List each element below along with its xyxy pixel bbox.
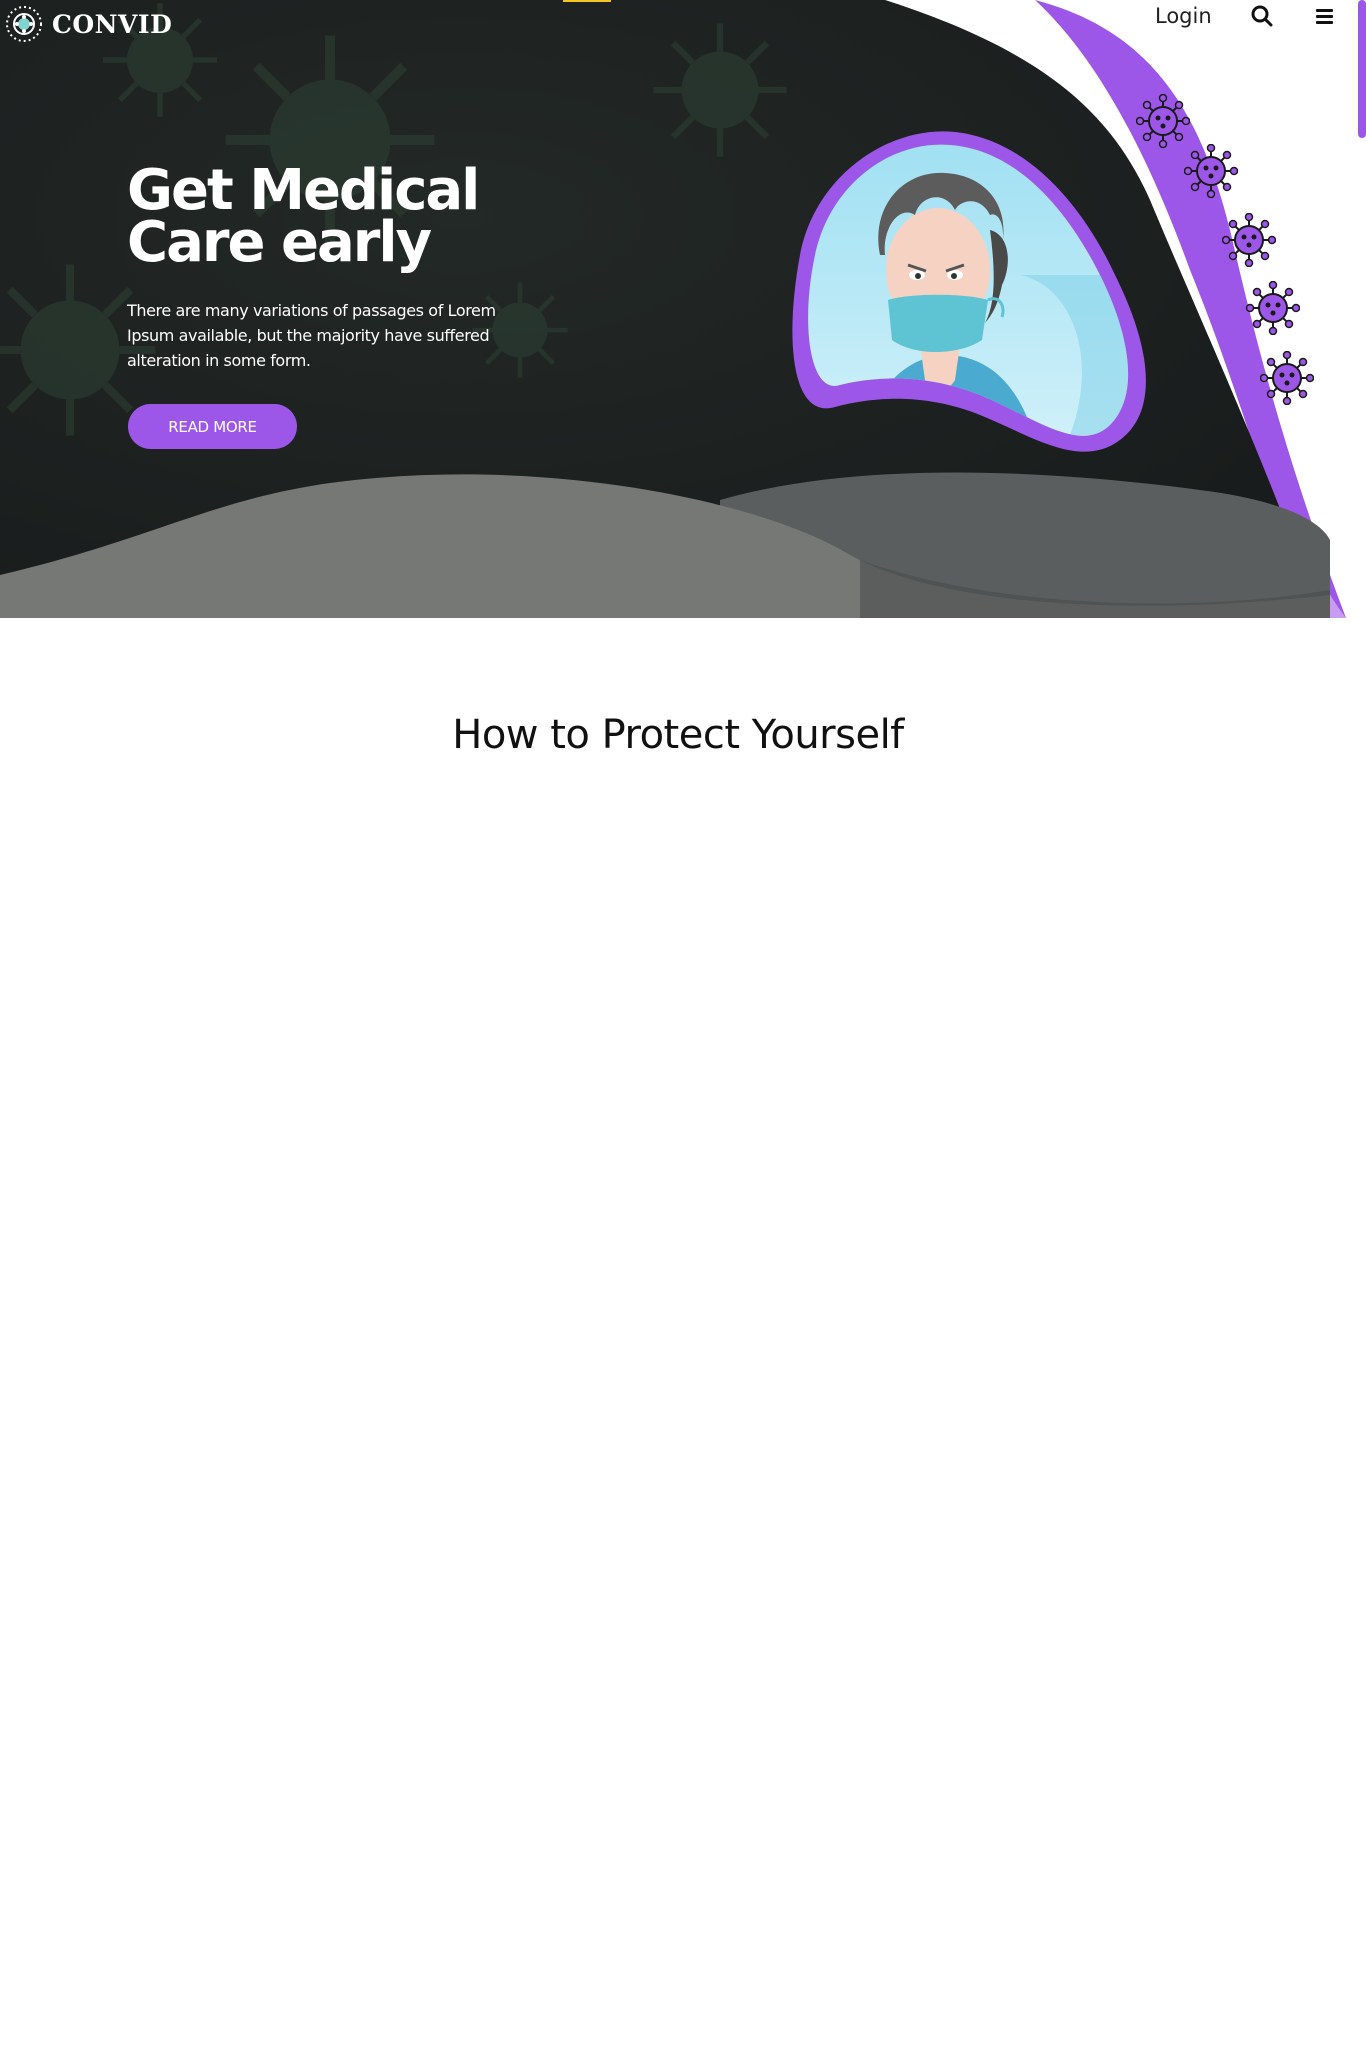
hamburger-menu-icon[interactable] <box>1314 6 1336 26</box>
virus-icon <box>1136 94 1190 148</box>
search-icon[interactable] <box>1249 3 1275 29</box>
login-link[interactable]: Login <box>1155 4 1212 28</box>
masked-person-illustration <box>792 131 1146 452</box>
top-nav: Login <box>0 0 1366 36</box>
virus-icon <box>1222 213 1276 267</box>
section-title: How to Protect Yourself <box>452 712 904 758</box>
read-more-button[interactable]: READ MORE <box>128 404 297 449</box>
scrollbar[interactable] <box>1356 0 1366 138</box>
hero-title: Get Medical Care early <box>127 158 480 275</box>
scrollbar-thumb[interactable] <box>1358 0 1366 138</box>
virus-icon <box>1184 144 1238 198</box>
virus-icon <box>1246 281 1300 335</box>
virus-icon <box>1260 351 1314 405</box>
hero-section: CONVID Login Get Medical Care early Ther… <box>0 0 1366 618</box>
hero-description: There are many variations of passages of… <box>127 301 496 370</box>
